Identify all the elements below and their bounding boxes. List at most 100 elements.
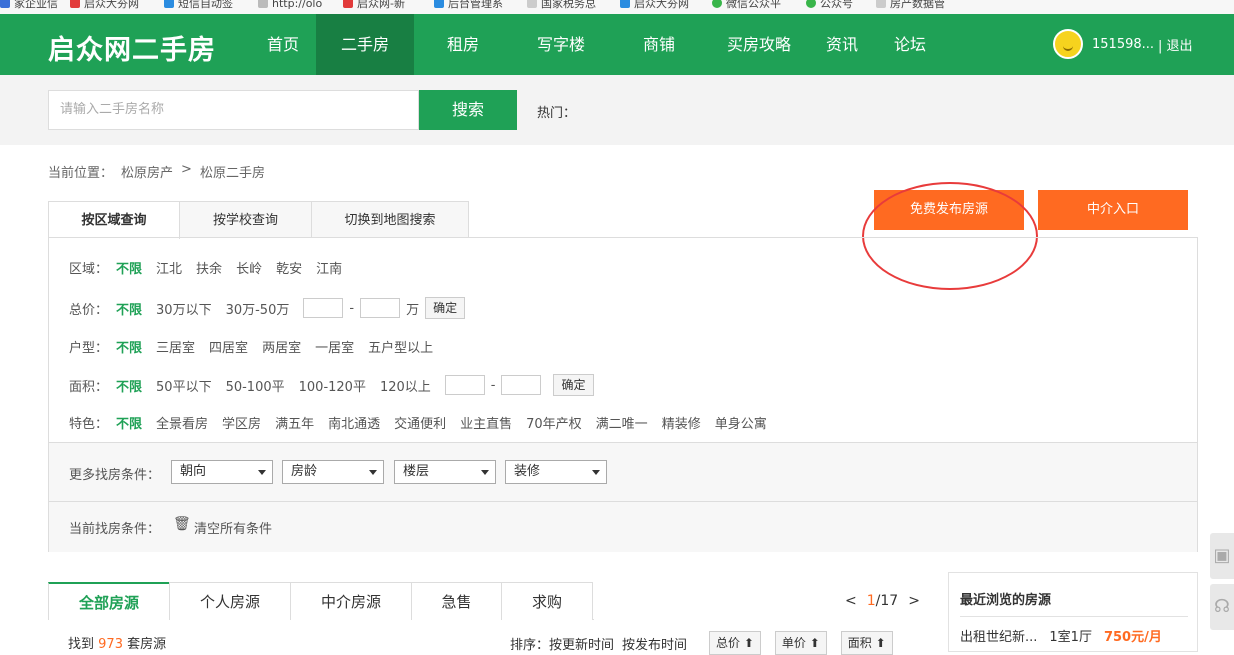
tab-personal-listings[interactable]: 个人房源 (169, 582, 291, 620)
filter-option[interactable]: 全景看房 (156, 413, 208, 432)
filter-option[interactable]: 学区房 (222, 413, 261, 432)
bookmark[interactable]: 启众大夯网 (620, 0, 689, 10)
user-area: 151598... | 退出 (1053, 29, 1193, 59)
filter-option[interactable]: 满五年 (275, 413, 314, 432)
bookmark-icon (620, 0, 630, 8)
area-confirm-button[interactable]: 确定 (553, 374, 594, 396)
bookmark[interactable]: 房产数据管 (876, 0, 945, 10)
tab-agent-listings[interactable]: 中介房源 (290, 582, 412, 620)
nav-rent[interactable]: 租房 (430, 14, 496, 75)
sort-area-button[interactable]: 面积 ⬆ (840, 631, 893, 655)
filter-option[interactable]: 五户型以上 (368, 337, 433, 356)
prev-page-button[interactable]: < (845, 593, 857, 609)
filter-option[interactable]: 精装修 (662, 413, 701, 432)
orientation-select[interactable]: 朝向 (171, 460, 273, 484)
area-min-input[interactable] (444, 375, 485, 395)
filter-option[interactable]: 四居室 (209, 337, 248, 356)
more-filters: 更多找房条件： 朝向 房龄 楼层 装修 (49, 442, 1197, 502)
filter-option[interactable]: 不限 (116, 376, 142, 395)
user-name[interactable]: 151598... (1092, 37, 1154, 52)
bookmark[interactable]: 启众大夯网 (70, 0, 139, 10)
price-min-input[interactable] (303, 298, 344, 318)
sort-unit-price-button[interactable]: 单价 ⬆ (774, 631, 827, 655)
filter-option[interactable]: 不限 (116, 337, 142, 356)
nav-guide[interactable]: 买房攻略 (718, 14, 800, 75)
search-input[interactable]: 请输入二手房名称 (48, 90, 419, 130)
tab-map-search[interactable]: 切换到地图搜索 (311, 201, 469, 238)
tab-wanted[interactable]: 求购 (501, 582, 593, 620)
filter-option[interactable]: 50-100平 (226, 376, 285, 395)
filter-option[interactable]: 业主直售 (460, 413, 512, 432)
filter-option[interactable]: 120以上 (380, 376, 431, 395)
next-page-button[interactable]: > (908, 593, 920, 609)
nav-news[interactable]: 资讯 (812, 14, 872, 75)
trash-icon[interactable]: 🗑 (173, 516, 191, 532)
bookmark[interactable]: 国家税务总 (527, 0, 596, 10)
floor-select[interactable]: 楼层 (394, 460, 496, 484)
filter-option[interactable]: 乾安 (276, 258, 302, 277)
breadcrumb-current[interactable]: 松原二手房 (200, 162, 265, 181)
filter-option[interactable]: 70年产权 (526, 413, 582, 432)
listing-count: 973 (98, 637, 123, 652)
bookmark[interactable]: 家企业信 (0, 0, 58, 10)
bookmark[interactable]: 公众号 (806, 0, 853, 10)
area-max-input[interactable] (501, 375, 542, 395)
filter-option[interactable]: 两居室 (262, 337, 301, 356)
house-age-select[interactable]: 房龄 (282, 460, 384, 484)
side-widget-icon[interactable]: ▣ (1210, 533, 1234, 579)
current-page: 1 (866, 593, 876, 609)
nav-secondhand[interactable]: 二手房 (316, 14, 414, 75)
filter-panel: 区域： 不限 江北 扶余 长岭 乾安 江南 总价： 不限 30万以下 30万-5… (48, 237, 1198, 552)
bookmark[interactable]: 后台管理系 (434, 0, 503, 10)
top-nav: 启众网二手房 首页 二手房 租房 写字楼 商铺 买房攻略 资讯 论坛 15159… (0, 14, 1234, 75)
sort-by-publish[interactable]: 按发布时间 (622, 634, 687, 653)
bookmark[interactable]: 微信公众平 (712, 0, 781, 10)
site-logo[interactable]: 启众网二手房 (48, 28, 216, 67)
tab-all-listings[interactable]: 全部房源 (48, 582, 170, 620)
tab-by-school[interactable]: 按学校查询 (179, 201, 312, 238)
filter-option[interactable]: 不限 (116, 258, 142, 277)
bookmark[interactable]: 启众网-新 (343, 0, 405, 10)
filter-option[interactable]: 50平以下 (156, 376, 212, 395)
avatar[interactable] (1053, 29, 1083, 59)
decoration-select[interactable]: 装修 (505, 460, 607, 484)
filter-option[interactable]: 南北通透 (328, 413, 380, 432)
clear-conditions-link[interactable]: 清空所有条件 (194, 518, 272, 537)
sort-by-update[interactable]: 排序：按更新时间 (510, 634, 614, 653)
nav-forum[interactable]: 论坛 (880, 14, 940, 75)
nav-home[interactable]: 首页 (250, 14, 316, 75)
price-confirm-button[interactable]: 确定 (425, 297, 466, 319)
filter-option[interactable]: 单身公寓 (715, 413, 767, 432)
filter-option[interactable]: 交通便利 (394, 413, 446, 432)
customer-service-icon[interactable]: ☊ (1210, 584, 1234, 630)
logout-link[interactable]: | 退出 (1158, 35, 1193, 54)
recent-item-layout: 1室1厅 (1049, 630, 1092, 645)
filter-option[interactable]: 满二唯一 (596, 413, 648, 432)
breadcrumb-link[interactable]: 松原房产 (121, 162, 173, 181)
agent-entry-button[interactable]: 中介入口 (1038, 190, 1188, 230)
price-max-input[interactable] (360, 298, 401, 318)
filter-option[interactable]: 江南 (316, 258, 342, 277)
filter-option[interactable]: 30万-50万 (226, 299, 290, 318)
filter-option[interactable]: 一居室 (315, 337, 354, 356)
filter-option[interactable]: 100-120平 (299, 376, 366, 395)
recent-item-name[interactable]: 出租世纪新... (960, 626, 1037, 645)
tab-urgent-sale[interactable]: 急售 (411, 582, 502, 620)
sort-total-price-button[interactable]: 总价 ⬆ (709, 631, 761, 655)
filter-region: 区域： 不限 江北 扶余 长岭 乾安 江南 (69, 258, 356, 277)
nav-shop[interactable]: 商铺 (626, 14, 692, 75)
recent-item[interactable]: 出租世纪新... 1室1厅 750元/月 (960, 626, 1162, 645)
filter-option[interactable]: 30万以下 (156, 299, 212, 318)
tab-by-region[interactable]: 按区域查询 (48, 201, 180, 239)
filter-option[interactable]: 江北 (156, 258, 182, 277)
bookmark[interactable]: http://olo (258, 0, 322, 10)
bookmark-icon (258, 0, 268, 8)
nav-office[interactable]: 写字楼 (524, 14, 598, 75)
filter-option[interactable]: 不限 (116, 413, 142, 432)
filter-option[interactable]: 三居室 (156, 337, 195, 356)
bookmark[interactable]: 短信自动签 (164, 0, 233, 10)
filter-option[interactable]: 扶余 (196, 258, 222, 277)
filter-option[interactable]: 不限 (116, 299, 142, 318)
filter-option[interactable]: 长岭 (236, 258, 262, 277)
search-button[interactable]: 搜索 (419, 90, 517, 130)
